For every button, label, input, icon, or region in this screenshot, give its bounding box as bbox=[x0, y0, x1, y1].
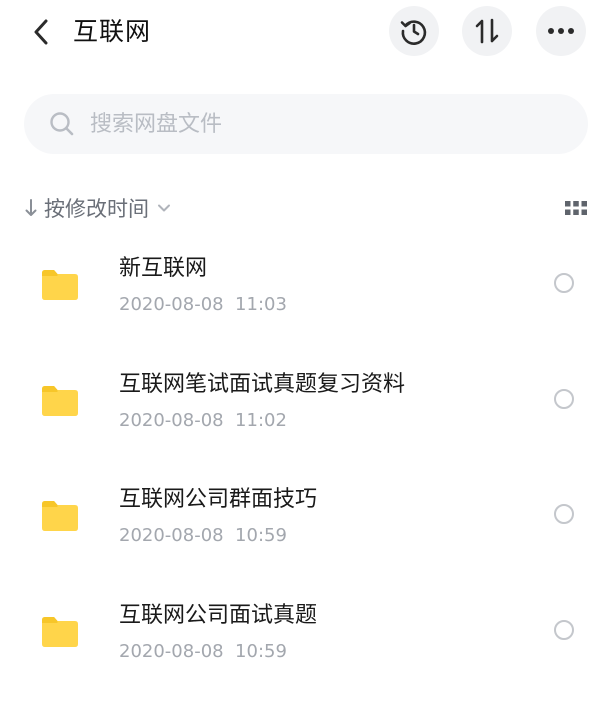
folder-icon bbox=[42, 270, 78, 300]
folder-icon bbox=[42, 501, 78, 531]
sort-arrows-icon bbox=[475, 18, 499, 44]
file-name: 互联网公司面试真题 bbox=[119, 602, 318, 628]
file-name: 新互联网 bbox=[119, 256, 208, 281]
file-date: 2020-08-08 10:59 bbox=[119, 640, 287, 662]
list-item[interactable]: 互联网公司群面技巧 2020-08-08 10:59 bbox=[0, 463, 612, 579]
file-list: 新互联网 2020-08-08 11:03 互联网笔试面试真题复习资料 2020… bbox=[0, 232, 612, 694]
more-button[interactable] bbox=[536, 6, 586, 56]
sort-button[interactable] bbox=[462, 6, 512, 56]
list-item[interactable]: 互联网笔试面试真题复习资料 2020-08-08 11:02 bbox=[0, 348, 612, 464]
top-bar: 互联网 bbox=[0, 0, 612, 66]
sort-label: 按修改时间 bbox=[44, 197, 149, 221]
list-item[interactable]: 互联网公司面试真题 2020-08-08 10:59 bbox=[0, 579, 612, 695]
back-button[interactable] bbox=[24, 12, 58, 52]
arrow-down-icon bbox=[25, 199, 37, 216]
folder-icon bbox=[42, 616, 78, 647]
file-name: 互联网公司群面技巧 bbox=[119, 487, 318, 512]
file-date: 2020-08-08 11:03 bbox=[119, 294, 287, 315]
select-checkbox[interactable] bbox=[554, 619, 574, 640]
history-button[interactable] bbox=[389, 6, 439, 56]
chevron-left-icon bbox=[34, 19, 48, 45]
sort-by-modified-time[interactable]: 按修改时间 bbox=[24, 190, 171, 226]
history-clock-icon bbox=[400, 20, 427, 45]
grid-view-icon bbox=[565, 201, 587, 215]
chevron-down-icon bbox=[158, 204, 170, 212]
file-name: 互联网笔试面试真题复习资料 bbox=[119, 371, 406, 397]
search-icon bbox=[48, 110, 76, 138]
more-dots-icon bbox=[548, 28, 574, 34]
select-checkbox[interactable] bbox=[554, 388, 574, 409]
folder-icon bbox=[42, 385, 78, 416]
list-item[interactable]: 新互联网 2020-08-08 11:03 bbox=[0, 232, 612, 348]
search-bar[interactable] bbox=[24, 94, 588, 154]
select-checkbox[interactable] bbox=[554, 504, 574, 524]
page-title: 互联网 bbox=[73, 17, 152, 46]
search-input[interactable] bbox=[90, 111, 530, 137]
grid-view-toggle[interactable] bbox=[564, 196, 588, 220]
file-date: 2020-08-08 10:59 bbox=[119, 525, 287, 546]
file-date: 2020-08-08 11:02 bbox=[119, 409, 287, 431]
sort-bar: 按修改时间 bbox=[24, 190, 588, 226]
select-checkbox[interactable] bbox=[554, 273, 574, 293]
